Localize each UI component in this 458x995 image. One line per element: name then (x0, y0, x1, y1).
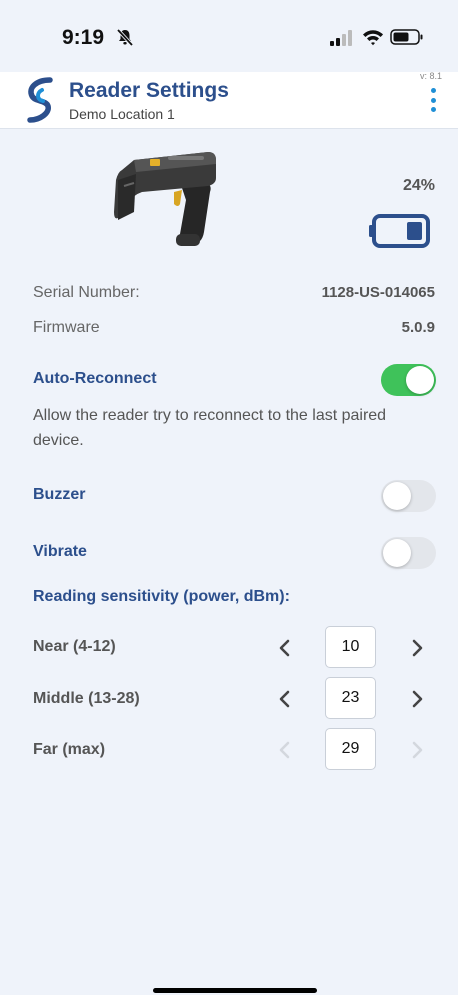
sensitivity-middle-input[interactable]: 23 (325, 677, 376, 719)
sensitivity-title: Reading sensitivity (power, dBm): (33, 588, 290, 605)
menu-dot-icon (430, 97, 436, 103)
chevron-right-icon (412, 741, 423, 759)
home-indicator (153, 988, 317, 993)
page-title: Reader Settings (69, 79, 229, 102)
toggle-knob (383, 482, 411, 510)
toggle-knob (406, 366, 434, 394)
status-battery-icon (390, 29, 423, 45)
auto-reconnect-description: Allow the reader try to reconnect to the… (33, 407, 387, 449)
more-menu-button[interactable] (426, 88, 440, 112)
cellular-signal-icon (330, 30, 352, 46)
serial-label: Serial Number: (33, 284, 140, 301)
sensitivity-middle-label: Middle (13-28) (33, 690, 140, 707)
battery-percent: 24% (402, 177, 435, 194)
chevron-left-icon (279, 741, 290, 759)
auto-reconnect-label: Auto-Reconnect (33, 370, 157, 387)
version-label: v: 8.1 (419, 71, 442, 81)
auto-reconnect-toggle[interactable] (381, 364, 436, 396)
toggle-knob (383, 539, 411, 567)
chevron-right-icon[interactable] (410, 690, 424, 708)
menu-dot-icon (430, 88, 436, 93)
rfid-reader-image (114, 152, 216, 246)
battery-level-icon (369, 214, 430, 248)
chevron-left-icon[interactable] (278, 639, 292, 657)
app-logo-icon (27, 77, 53, 123)
status-time: 9:19 (62, 26, 105, 49)
wifi-icon (363, 30, 383, 46)
status-bar: 9:19 (0, 0, 458, 72)
serial-value: 1128-US-014065 (321, 284, 435, 301)
firmware-value: 5.0.9 (401, 319, 435, 336)
sensitivity-near-label: Near (4-12) (33, 638, 116, 655)
buzzer-label: Buzzer (33, 486, 86, 503)
sensitivity-far-label: Far (max) (33, 741, 106, 758)
chevron-left-icon[interactable] (278, 690, 292, 708)
location-subtitle: Demo Location 1 (69, 106, 175, 122)
firmware-label: Firmware (33, 319, 100, 336)
chevron-right-icon[interactable] (410, 639, 424, 657)
menu-dot-icon (430, 107, 436, 112)
battery-fill (407, 222, 422, 240)
sensitivity-far-input[interactable]: 29 (325, 728, 376, 770)
buzzer-toggle[interactable] (381, 480, 436, 512)
sensitivity-near-input[interactable]: 10 (325, 626, 376, 668)
vibrate-label: Vibrate (33, 543, 87, 560)
bell-muted-icon (116, 28, 134, 46)
vibrate-toggle[interactable] (381, 537, 436, 569)
